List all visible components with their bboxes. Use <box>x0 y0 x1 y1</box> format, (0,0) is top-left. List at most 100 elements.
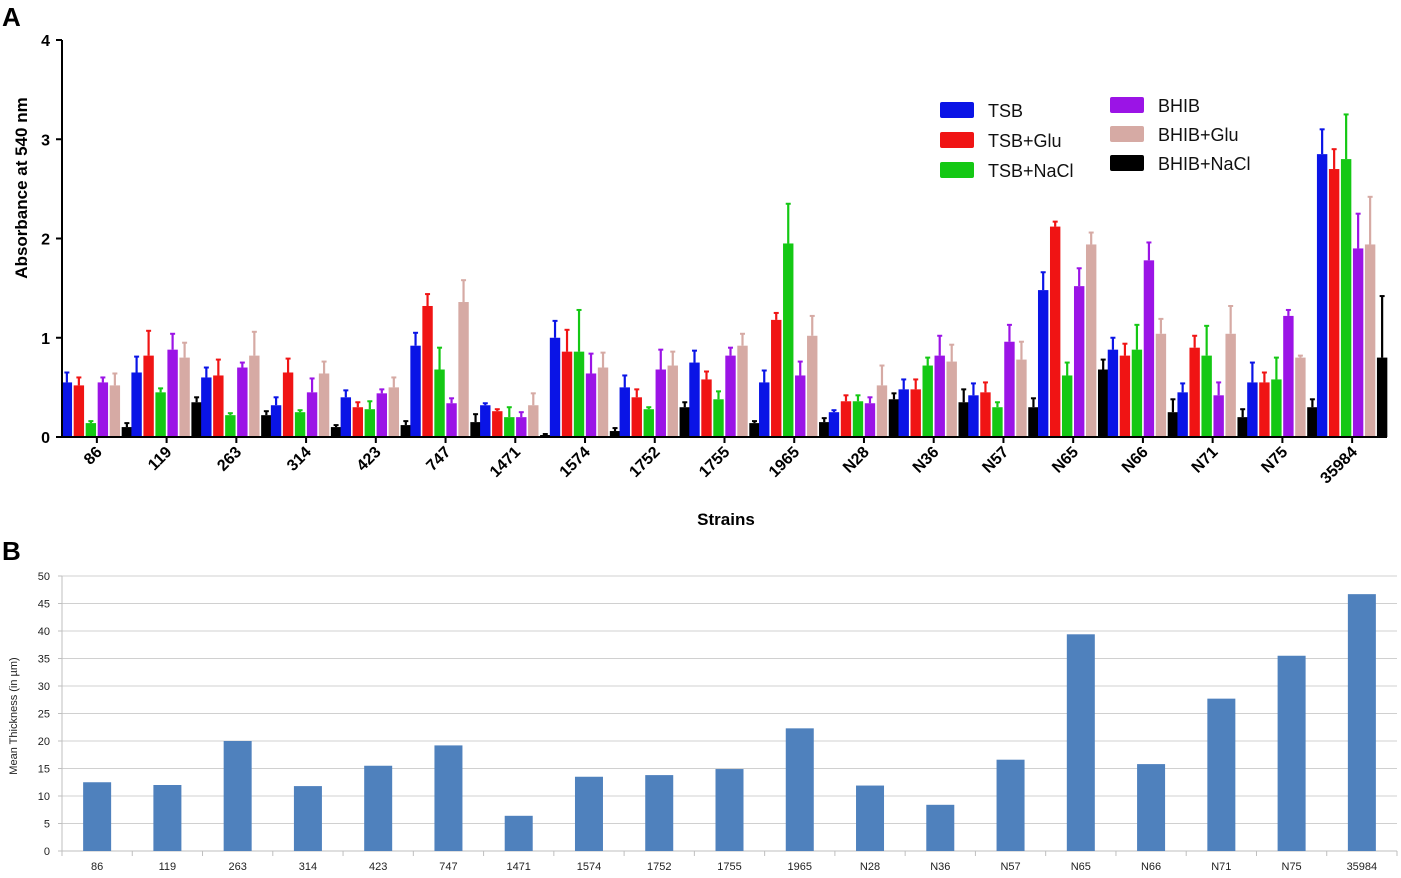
panel-a-legend-label: TSB+NaCl <box>988 161 1074 181</box>
panel-a-x-ticks: 86 119 263 314 423 747 1471 1574 1752 1755 1965 N28… <box>81 437 1361 487</box>
panel-a-x-tick-label: N36 <box>910 444 943 477</box>
panel-a-bar <box>1004 341 1015 437</box>
panel-b-bar <box>1066 634 1095 851</box>
panel-a-bar <box>422 305 433 437</box>
panel-a-bar <box>631 397 642 437</box>
panel-a-bar <box>201 377 212 437</box>
panel-b-x-tick-label: 263 <box>228 861 246 873</box>
panel-b-x-tick-label: 314 <box>299 861 317 873</box>
panel-a-bar <box>934 355 945 437</box>
panel-a-legend-label: TSB+Glu <box>988 131 1062 151</box>
panel-b-x-tick-label: N66 <box>1141 861 1161 873</box>
panel-b-y-tick-label: 40 <box>38 626 50 638</box>
panel-a-bar <box>667 365 678 437</box>
panel-b-bar <box>785 728 814 851</box>
panel-b-y-tick-label: 25 <box>38 709 50 721</box>
panel-a-bar <box>1143 260 1155 437</box>
panel-b-bar <box>504 815 533 851</box>
panel-a-bar <box>1119 355 1131 437</box>
panel-b-x-tick-label: 35984 <box>1347 861 1378 873</box>
panel-a-bar <box>864 403 876 437</box>
panel-a-bar <box>910 389 921 437</box>
panel-a-legend-label: BHIB <box>1158 96 1200 116</box>
panel-a-bar <box>1097 369 1109 437</box>
panel-a-bar <box>1225 333 1236 437</box>
panel-a-bar <box>1283 315 1294 437</box>
panel-a-bar <box>898 389 909 437</box>
panel-b-bar <box>153 785 182 851</box>
panel-b-y-ticks: 0 5 10 15 20 25 30 35 40 45 50 <box>38 571 62 858</box>
panel-a-bar <box>73 385 85 437</box>
panel-a-bar <box>725 355 736 437</box>
panel-a-bar <box>980 392 991 437</box>
panel-a-bar <box>1073 286 1085 437</box>
panel-b-y-tick-label: 45 <box>38 599 50 611</box>
panel-b-bar <box>1347 594 1376 851</box>
panel-a-x-tick-label: 747 <box>423 444 454 475</box>
panel-b-bar <box>856 785 885 851</box>
panel-a-bar <box>410 345 421 437</box>
panel-a-legend-label: TSB <box>988 101 1023 121</box>
panel-b-bar <box>926 804 955 851</box>
panel-a-bar <box>1049 226 1061 437</box>
panel-a-x-tick-label: 1471 <box>487 444 524 481</box>
panel-a-x-tick-label: 314 <box>284 444 315 475</box>
panel-a-bar <box>1213 395 1224 437</box>
panel-a-bar <box>270 405 282 437</box>
panel-a-bar <box>679 407 690 437</box>
panel-a-bar <box>480 405 491 437</box>
panel-a-bar <box>655 369 666 437</box>
panel-a-bar <box>795 375 806 437</box>
panel-b-bar <box>1207 698 1236 851</box>
panel-a-bar <box>876 385 888 437</box>
panel-b-x-tick-label: N71 <box>1211 861 1231 873</box>
panel-b-marks <box>83 594 1376 851</box>
panel-a-bar <box>1364 244 1376 437</box>
panel-a-bar <box>1259 382 1270 437</box>
panel-b-chart: 0 5 10 15 20 25 30 35 40 45 50 86 119 263 314 423 747 14… <box>8 571 1398 873</box>
panel-a-bar <box>143 355 154 437</box>
panel-a-x-tick-label: 1752 <box>626 444 663 481</box>
panel-b-bar <box>645 775 674 851</box>
panel-a-letter: A <box>2 2 21 32</box>
panel-b-y-tick-label: 5 <box>44 819 50 831</box>
panel-a-bar <box>364 409 376 437</box>
panel-a-bar <box>434 369 445 437</box>
panel-a-bar <box>946 361 957 437</box>
panel-a-bar <box>852 401 864 437</box>
panel-a-y-tick-label: 3 <box>41 132 50 149</box>
panel-b-bar <box>83 782 112 851</box>
panel-a-legend-swatch <box>1110 155 1144 171</box>
panel-a-bar <box>759 382 770 437</box>
panel-a-bar <box>1352 248 1364 437</box>
panel-b-x-tick-label: 747 <box>439 861 457 873</box>
panel-a-bar <box>1085 244 1097 437</box>
panel-a-bar <box>492 411 503 437</box>
panel-b-x-ticks: 86 119 263 314 423 747 1471 1574 1752 1755 1965 N28… <box>61 851 1398 873</box>
panel-a-bar <box>282 372 294 437</box>
panel-a-y-axis-title: Absorbance at 540 nm <box>12 97 31 278</box>
panel-a-bar <box>1061 375 1073 437</box>
panel-a-x-tick-label: N28 <box>840 444 873 477</box>
panel-a-bar <box>922 365 933 437</box>
panel-a-bar <box>470 422 481 437</box>
panel-a-x-tick-label: 86 <box>81 444 106 469</box>
panel-a-bar <box>737 345 748 437</box>
panel-b-x-tick-label: 86 <box>91 861 103 873</box>
panel-a-bar <box>1247 382 1258 437</box>
panel-a-x-tick-label: N71 <box>1189 444 1222 477</box>
panel-a-bar <box>1376 357 1388 437</box>
panel-a-bar <box>330 427 342 437</box>
panel-a-bar <box>968 395 979 437</box>
panel-a-bar <box>446 403 457 437</box>
panel-a-legend: TSB TSB+Glu TSB+NaCl BHIB BHIB+Glu BHIB+NaCl <box>940 96 1251 181</box>
panel-b-y-tick-label: 20 <box>38 736 50 748</box>
panel-a-bar <box>376 393 388 437</box>
panel-a-bar <box>167 349 178 437</box>
panel-a-bar <box>561 351 573 437</box>
panel-a-bar <box>306 392 318 437</box>
panel-a-bar <box>121 427 133 437</box>
panel-b-bar <box>364 765 393 851</box>
panel-a-bar <box>1328 169 1340 437</box>
panel-a-bar <box>1307 407 1318 437</box>
